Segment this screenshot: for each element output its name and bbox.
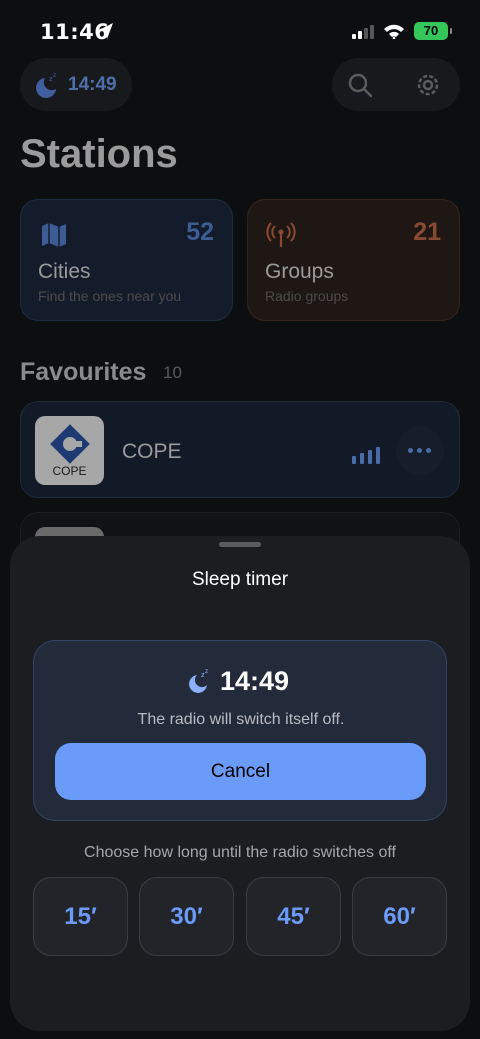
sleep-timer-pill[interactable]: z z 14:49 <box>20 58 132 111</box>
signal-icon <box>352 25 374 39</box>
sleep-timer-sheet: Sleep timer z z 14:49 The radio will swi… <box>10 536 470 1031</box>
sleep-timer-time: 14:49 <box>68 74 117 95</box>
duration-option-45[interactable]: 45′ <box>246 877 341 956</box>
sheet-title: Sleep timer <box>191 569 289 590</box>
svg-text:z: z <box>53 72 56 79</box>
cities-title: Cities <box>38 260 91 283</box>
wifi-icon <box>384 24 404 39</box>
groups-subtitle: Radio groups <box>265 288 349 304</box>
status-bar: 11:46 70 <box>0 0 480 60</box>
station-logo: COPE <box>35 416 104 485</box>
page-title: Stations <box>20 132 178 176</box>
cities-tile[interactable]: 52 Cities Find the ones near you <box>20 199 233 321</box>
moon-sleep-icon: z z <box>36 72 56 98</box>
moon-sleep-icon: z z <box>189 669 208 693</box>
map-icon <box>42 223 66 247</box>
cope-logo-icon <box>50 424 90 464</box>
svg-text:z: z <box>205 669 208 675</box>
more-icon[interactable] <box>396 427 444 475</box>
cancel-button[interactable]: Cancel <box>55 743 426 800</box>
equalizer-icon <box>352 447 380 464</box>
sheet-grabber[interactable] <box>219 542 261 547</box>
battery-indicator: 70 <box>414 22 452 40</box>
location-arrow-icon <box>99 23 113 39</box>
station-logo-text: COPE <box>52 464 87 478</box>
active-timer-card: z z 14:49 The radio will switch itself o… <box>33 640 447 821</box>
search-icon[interactable] <box>346 71 374 99</box>
station-name: COPE <box>122 440 182 463</box>
timer-time: 14:49 <box>220 666 290 696</box>
gear-icon[interactable] <box>414 71 442 99</box>
groups-tile[interactable]: 21 Groups Radio groups <box>247 199 460 321</box>
station-row-cope[interactable]: COPE COPE <box>20 401 460 498</box>
cities-subtitle: Find the ones near you <box>38 288 182 304</box>
cities-count: 52 <box>186 218 214 246</box>
favourites-count: 10 <box>163 363 182 382</box>
favourites-header: Favourites 10 <box>20 358 182 387</box>
antenna-icon <box>266 222 296 247</box>
duration-option-30[interactable]: 30′ <box>139 877 234 956</box>
groups-count: 21 <box>413 218 441 246</box>
duration-option-15[interactable]: 15′ <box>33 877 128 956</box>
timer-description: The radio will switch itself off. <box>137 711 345 728</box>
favourites-title: Favourites <box>20 358 147 386</box>
duration-option-60[interactable]: 60′ <box>352 877 447 956</box>
groups-title: Groups <box>265 260 334 283</box>
top-actions <box>332 58 460 111</box>
choose-duration-text: Choose how long until the radio switches… <box>84 844 396 861</box>
